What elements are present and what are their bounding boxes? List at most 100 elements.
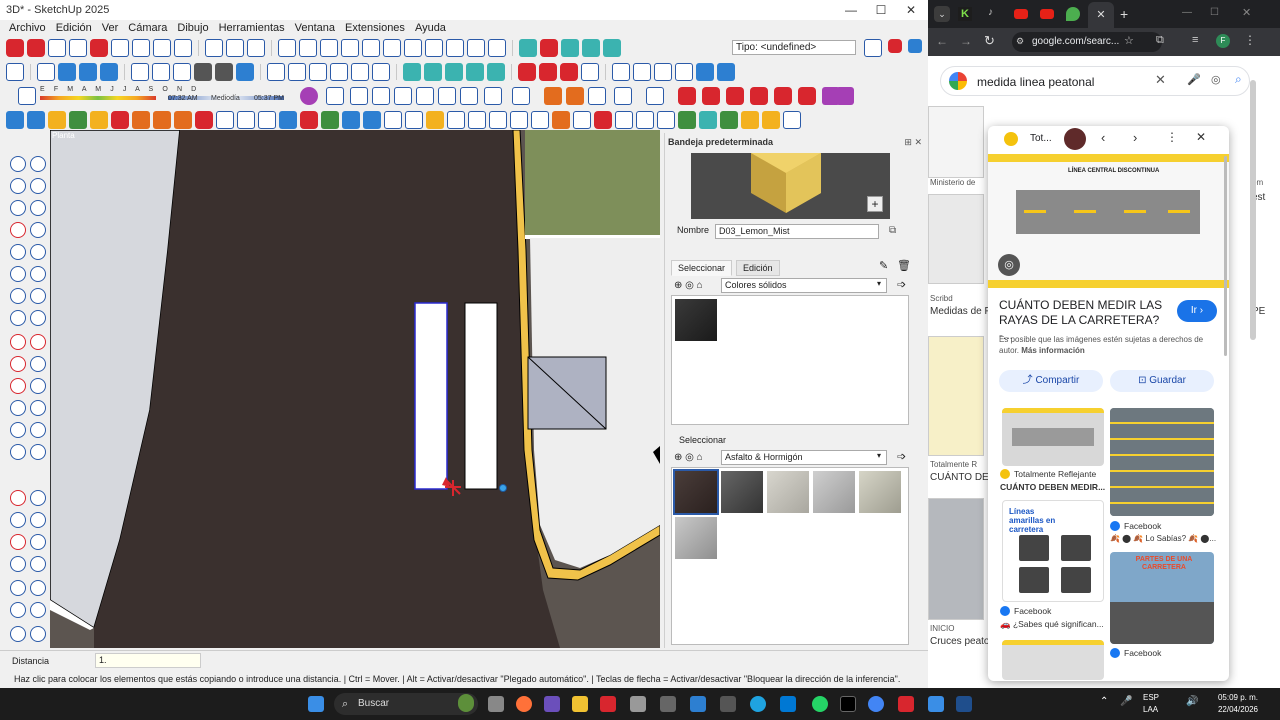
widget-icon[interactable]: [458, 694, 474, 712]
result-thumb[interactable]: [928, 194, 984, 284]
save-icon[interactable]: [320, 38, 338, 57]
tool-icon[interactable]: [153, 110, 171, 129]
section-fill-icon[interactable]: [582, 38, 600, 57]
tool-icon[interactable]: [27, 38, 45, 57]
check-icon[interactable]: [864, 39, 882, 57]
location-icon[interactable]: [888, 39, 902, 53]
sketchup-icon[interactable]: [898, 696, 914, 712]
tool-icon[interactable]: [174, 110, 192, 129]
pinterest-icon[interactable]: [1064, 128, 1086, 150]
details-icon[interactable]: ➩: [897, 450, 906, 463]
search-query[interactable]: medida linea peatonal: [977, 75, 1094, 89]
tool-icon[interactable]: [372, 87, 390, 105]
tool-icon[interactable]: [460, 87, 478, 105]
sandbox-icon[interactable]: [424, 62, 442, 81]
tool-icon[interactable]: [111, 110, 129, 129]
minimize-button[interactable]: —: [836, 0, 866, 20]
page-scrollbar[interactable]: [1250, 80, 1256, 340]
paint-bucket-icon[interactable]: [10, 200, 26, 216]
tag-type-field[interactable]: Tipo: <undefined>: [732, 40, 856, 55]
arc-icon[interactable]: [30, 288, 46, 304]
tool-icon[interactable]: [226, 38, 244, 57]
menu-herramientas[interactable]: Herramientas: [219, 22, 285, 34]
library-select-2[interactable]: Asfalto & Hormigón: [721, 450, 887, 465]
tab-edit[interactable]: Edición: [736, 260, 780, 276]
tool-icon[interactable]: [678, 87, 696, 105]
select-icon[interactable]: [30, 156, 46, 172]
tape-measure-icon[interactable]: [10, 400, 26, 416]
rotated-rectangle-icon[interactable]: [30, 244, 46, 260]
top-view-icon[interactable]: [58, 62, 76, 81]
house-icon[interactable]: [330, 62, 348, 81]
go-button[interactable]: Ir ›: [1177, 300, 1217, 322]
menu-camara[interactable]: Cámara: [128, 22, 167, 34]
tool-icon[interactable]: [720, 110, 738, 129]
save-button[interactable]: ⊡ Guardar: [1110, 370, 1214, 392]
right-view-icon[interactable]: [100, 62, 118, 81]
tool-icon[interactable]: [588, 87, 606, 105]
material-swatch[interactable]: [721, 471, 763, 513]
trash-icon[interactable]: 🗑: [897, 259, 911, 272]
related-source[interactable]: Facebook: [1014, 606, 1051, 616]
zoom-window-icon[interactable]: [69, 38, 87, 57]
layers-icon[interactable]: [30, 626, 46, 642]
tool-icon[interactable]: [90, 110, 108, 129]
close-button[interactable]: ✕: [896, 0, 926, 20]
zoom-icon[interactable]: [48, 38, 66, 57]
freehand-icon[interactable]: [30, 222, 46, 238]
tool-icon[interactable]: [279, 110, 297, 129]
tool-icon[interactable]: [646, 87, 664, 105]
new-tab-icon[interactable]: +: [1120, 6, 1128, 22]
hidden-line-icon[interactable]: [194, 62, 212, 81]
position-camera-icon[interactable]: [132, 38, 150, 57]
result-source[interactable]: Scribd: [930, 294, 953, 303]
result-thumb[interactable]: [928, 106, 984, 178]
shadow-icon[interactable]: [18, 87, 36, 105]
back-edges-icon[interactable]: [152, 62, 170, 81]
position-camera-icon[interactable]: [10, 556, 26, 572]
look-around-icon[interactable]: [174, 38, 192, 57]
distance-input[interactable]: 1.: [95, 653, 201, 668]
section-display-icon[interactable]: [603, 38, 621, 57]
tool-icon[interactable]: [518, 62, 536, 81]
open-file-icon[interactable]: [299, 38, 317, 57]
search-icon[interactable]: ⌕: [1235, 72, 1242, 87]
forward-arrow-icon[interactable]: →: [960, 34, 972, 48]
menu-ver[interactable]: Ver: [102, 22, 119, 34]
tool-icon[interactable]: [394, 87, 412, 105]
app-icon[interactable]: [690, 696, 706, 712]
tool-icon[interactable]: [216, 110, 234, 129]
redo-icon[interactable]: [446, 38, 464, 57]
text-icon[interactable]: [581, 62, 599, 81]
chrome-icon[interactable]: [868, 696, 884, 712]
details-icon[interactable]: ➩: [897, 278, 906, 291]
result-thumb[interactable]: [928, 336, 984, 456]
tool-icon[interactable]: [531, 110, 549, 129]
create-material-button[interactable]: +: [867, 196, 883, 212]
tool-icon[interactable]: [363, 110, 381, 129]
tool-icon[interactable]: [702, 87, 720, 105]
menu-list-icon[interactable]: ≡: [1192, 34, 1198, 46]
material-swatch[interactable]: [673, 469, 719, 515]
material-name-field[interactable]: D03_Lemon_Mist: [715, 224, 879, 239]
shaded-icon[interactable]: [215, 62, 233, 81]
month-slider[interactable]: [40, 96, 156, 100]
sandbox-icon[interactable]: [445, 62, 463, 81]
pie-icon[interactable]: [30, 310, 46, 326]
house-icon[interactable]: [309, 62, 327, 81]
store-icon[interactable]: [780, 696, 796, 712]
section-icon[interactable]: [30, 602, 46, 618]
tool-icon[interactable]: [195, 110, 213, 129]
back-icon[interactable]: ⊕ ◎ ⌂: [674, 280, 703, 291]
next-arrow-icon[interactable]: ›: [1133, 130, 1137, 145]
section-icon[interactable]: [10, 580, 26, 596]
tool-icon[interactable]: [614, 87, 632, 105]
duplicate-icon[interactable]: ⧉: [889, 225, 896, 236]
menu-dibujo[interactable]: Dibujo: [177, 22, 208, 34]
orbit-icon[interactable]: [10, 490, 26, 506]
material-swatch[interactable]: [859, 471, 901, 513]
section-icon[interactable]: [519, 38, 537, 57]
back-arrow-icon[interactable]: ←: [936, 34, 948, 48]
result-source[interactable]: Totalmente R: [930, 460, 977, 469]
section-cut-icon[interactable]: [561, 38, 579, 57]
